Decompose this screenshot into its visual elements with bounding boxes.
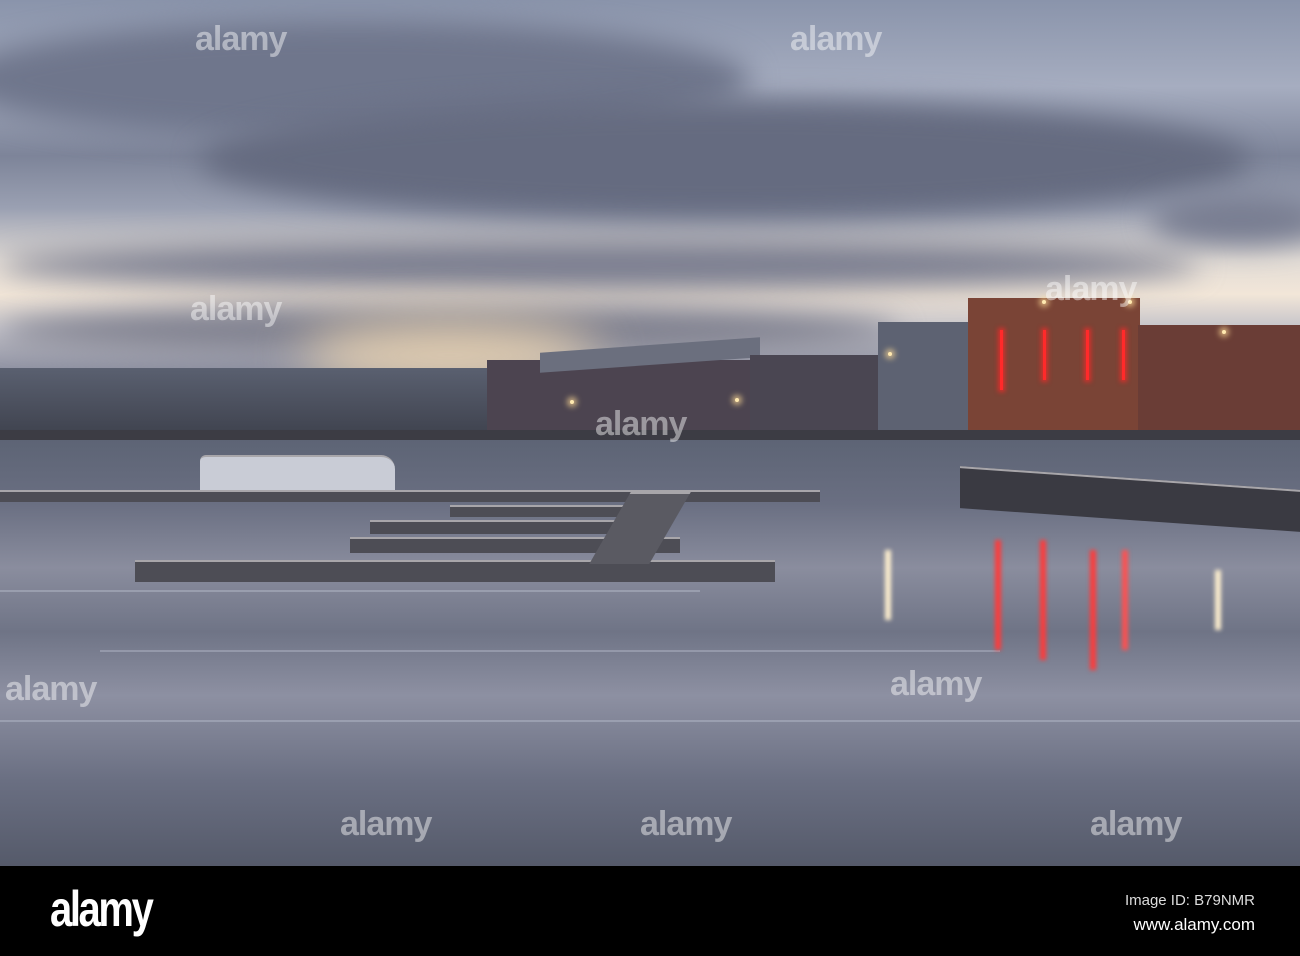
watermark: alamy (340, 805, 432, 843)
watermark: alamy (5, 670, 97, 708)
street-light (888, 352, 892, 356)
reflection (995, 540, 1001, 650)
reflection (1090, 550, 1096, 670)
building-mid (750, 355, 880, 440)
watermark: alamy (890, 665, 982, 703)
pontoon (450, 505, 640, 517)
watermark: alamy (640, 805, 732, 843)
neon-light (1043, 330, 1046, 380)
watermark: alamy (1045, 270, 1137, 308)
marina-dusk-photo: alamy alamy alamy alamy alamy alamy alam… (0, 0, 1300, 866)
watermark: alamy (1090, 805, 1182, 843)
watermark: alamy (195, 20, 287, 58)
pontoon (0, 490, 820, 502)
neon-light (1086, 330, 1089, 380)
pontoon-main (135, 560, 775, 582)
brick-rotunda (968, 298, 1140, 438)
alamy-logo: alamy (50, 881, 154, 937)
watermark: alamy (595, 405, 687, 443)
website-link[interactable]: www.alamy.com (1133, 915, 1255, 935)
cloud (1150, 195, 1300, 245)
ripple (0, 590, 700, 592)
footer-bar (0, 866, 1300, 956)
street-light (1222, 330, 1226, 334)
neon-light (1122, 330, 1125, 380)
ripple (100, 650, 1000, 652)
reflection (885, 550, 891, 620)
stock-photo: alamy alamy alamy alamy alamy alamy alam… (0, 0, 1300, 956)
watermark: alamy (790, 20, 882, 58)
watermark: alamy (190, 290, 282, 328)
reflection (1215, 570, 1221, 630)
street-light (570, 400, 574, 404)
cloud (200, 100, 1250, 220)
glass-building (878, 322, 970, 437)
ripple (0, 720, 1300, 722)
building-right (1138, 325, 1300, 440)
neon-light (1000, 330, 1003, 390)
cloud (0, 240, 1200, 290)
image-id: Image ID: B79NMR (1124, 892, 1255, 909)
reflection (1122, 550, 1128, 650)
street-light (735, 398, 739, 402)
reflection (1040, 540, 1046, 660)
